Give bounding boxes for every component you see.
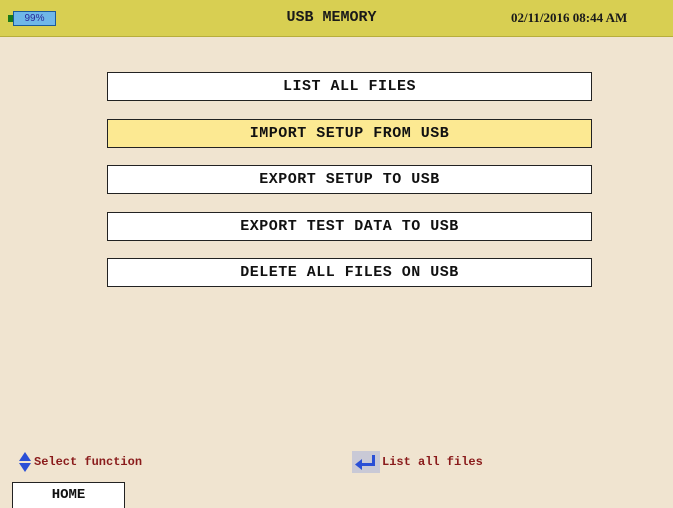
export-test-data-to-usb-button[interactable]: EXPORT TEST DATA TO USB	[107, 212, 592, 241]
export-setup-to-usb-button[interactable]: EXPORT SETUP TO USB	[107, 165, 592, 194]
enter-return-icon	[352, 451, 380, 473]
list-all-files-label: List all files	[382, 455, 483, 469]
delete-all-files-on-usb-button[interactable]: DELETE ALL FILES ON USB	[107, 258, 592, 287]
status-bar: 99% USB MEMORY 02/11/2016 08:44 AM	[0, 0, 673, 37]
list-all-files-button[interactable]: LIST ALL FILES	[107, 72, 592, 101]
datetime: 02/11/2016 08:44 AM	[511, 10, 628, 25]
select-function-hint: Select function	[18, 451, 142, 473]
list-all-files-hint: List all files	[352, 451, 483, 473]
tab-home[interactable]: HOME	[12, 482, 125, 508]
select-function-label: Select function	[34, 455, 143, 469]
up-down-arrows-icon	[18, 451, 32, 473]
import-setup-from-usb-button[interactable]: IMPORT SETUP FROM USB	[107, 119, 592, 148]
